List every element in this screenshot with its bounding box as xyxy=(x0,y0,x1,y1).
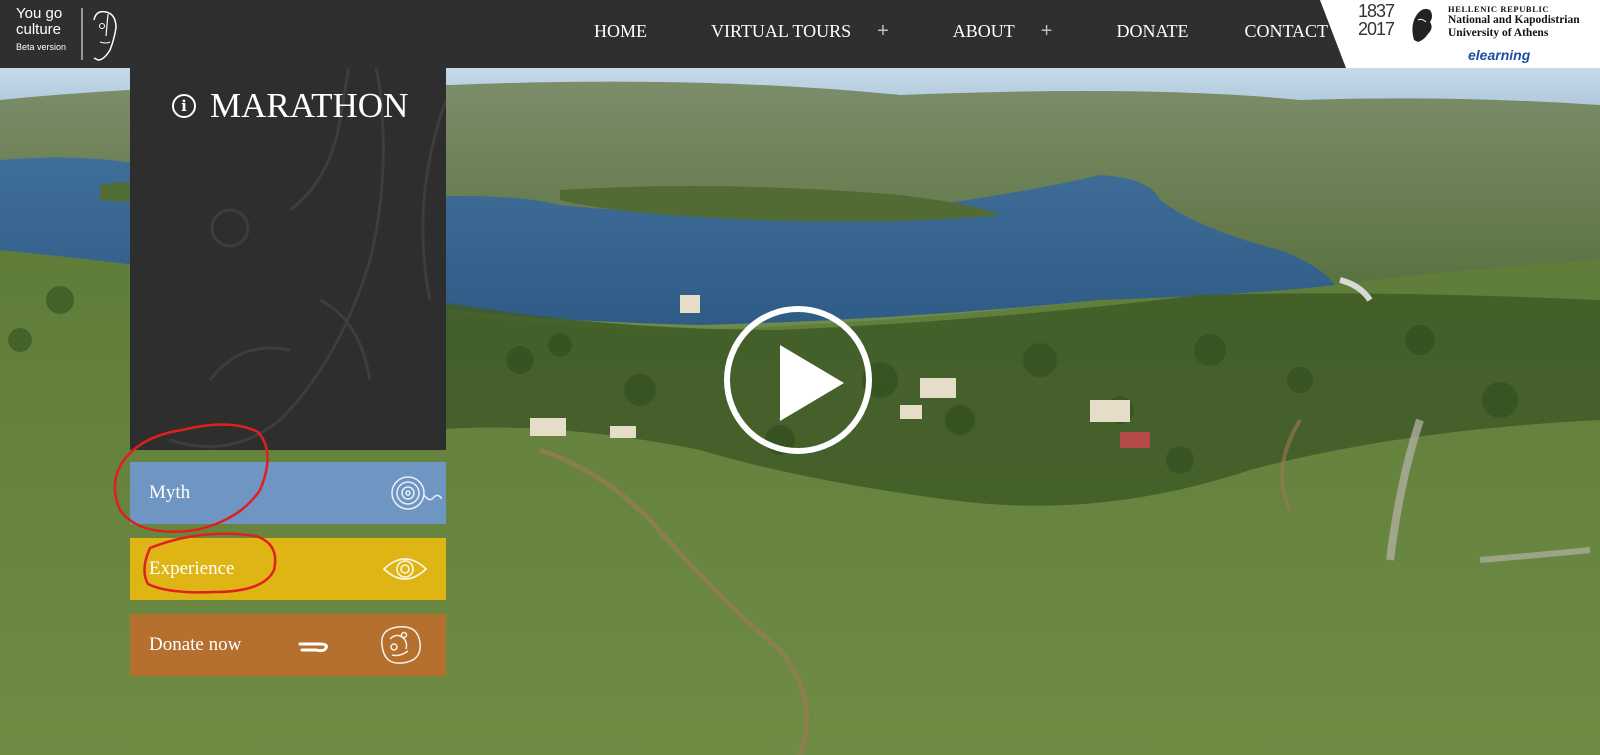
elearning-logo: elearning xyxy=(1468,47,1531,63)
logo-text-line2: culture xyxy=(16,21,62,38)
university-badge[interactable]: 1837 2017 HELLENIC REPUBLIC National and… xyxy=(1320,0,1600,68)
spiral-icon xyxy=(391,476,442,510)
about-expand-icon[interactable]: + xyxy=(1041,20,1053,43)
university-name-line2: University of Athens xyxy=(1448,27,1549,39)
donate-card-label: Donate now xyxy=(149,634,242,655)
university-name-block: HELLENIC REPUBLIC National and Kapodistr… xyxy=(1448,4,1580,40)
logo-text-line1: You go xyxy=(16,5,63,22)
experience-card-label: Experience xyxy=(149,558,235,579)
republic-label: HELLENIC REPUBLIC xyxy=(1448,4,1550,14)
nav-about[interactable]: ABOUT xyxy=(953,21,1015,42)
virtual-tours-expand-icon[interactable]: + xyxy=(877,20,889,43)
play-icon xyxy=(780,345,844,421)
university-name-line1: National and Kapodistrian xyxy=(1448,14,1580,26)
info-icon[interactable]: i xyxy=(172,94,196,118)
donate-card[interactable]: Donate now xyxy=(130,614,446,676)
arrow-right-icon xyxy=(298,642,328,653)
tour-title-text: MARATHON xyxy=(210,86,409,125)
athena-head-icon xyxy=(1412,8,1432,42)
nav-contact[interactable]: CONTACT xyxy=(1244,21,1328,42)
main-nav: HOME VIRTUAL TOURS + ABOUT + DONATE CONT… xyxy=(594,0,1328,62)
anniversary-years: 1837 2017 xyxy=(1358,1,1395,39)
beta-label: Beta version xyxy=(16,42,67,52)
nav-home[interactable]: HOME xyxy=(594,21,647,42)
nav-donate[interactable]: DONATE xyxy=(1116,21,1188,42)
experience-card[interactable]: Experience xyxy=(130,538,446,600)
donate-hand-icon xyxy=(381,626,421,664)
top-navigation-bar: You go culture Beta version HOME VIRTUAL… xyxy=(0,0,1600,68)
video-play-button[interactable] xyxy=(724,306,872,454)
myth-card-label: Myth xyxy=(149,482,191,503)
eye-icon xyxy=(382,558,428,580)
site-logo[interactable]: You go culture Beta version xyxy=(16,5,117,61)
tour-title: i MARATHON xyxy=(172,86,408,126)
myth-card[interactable]: Myth xyxy=(130,462,446,524)
nav-virtual-tours[interactable]: VIRTUAL TOURS xyxy=(711,21,851,42)
tour-info-panel: i MARATHON xyxy=(130,68,446,450)
years-start: 1837 xyxy=(1358,1,1395,21)
years-end: 2017 xyxy=(1358,19,1395,39)
face-logo-icon xyxy=(81,8,117,61)
